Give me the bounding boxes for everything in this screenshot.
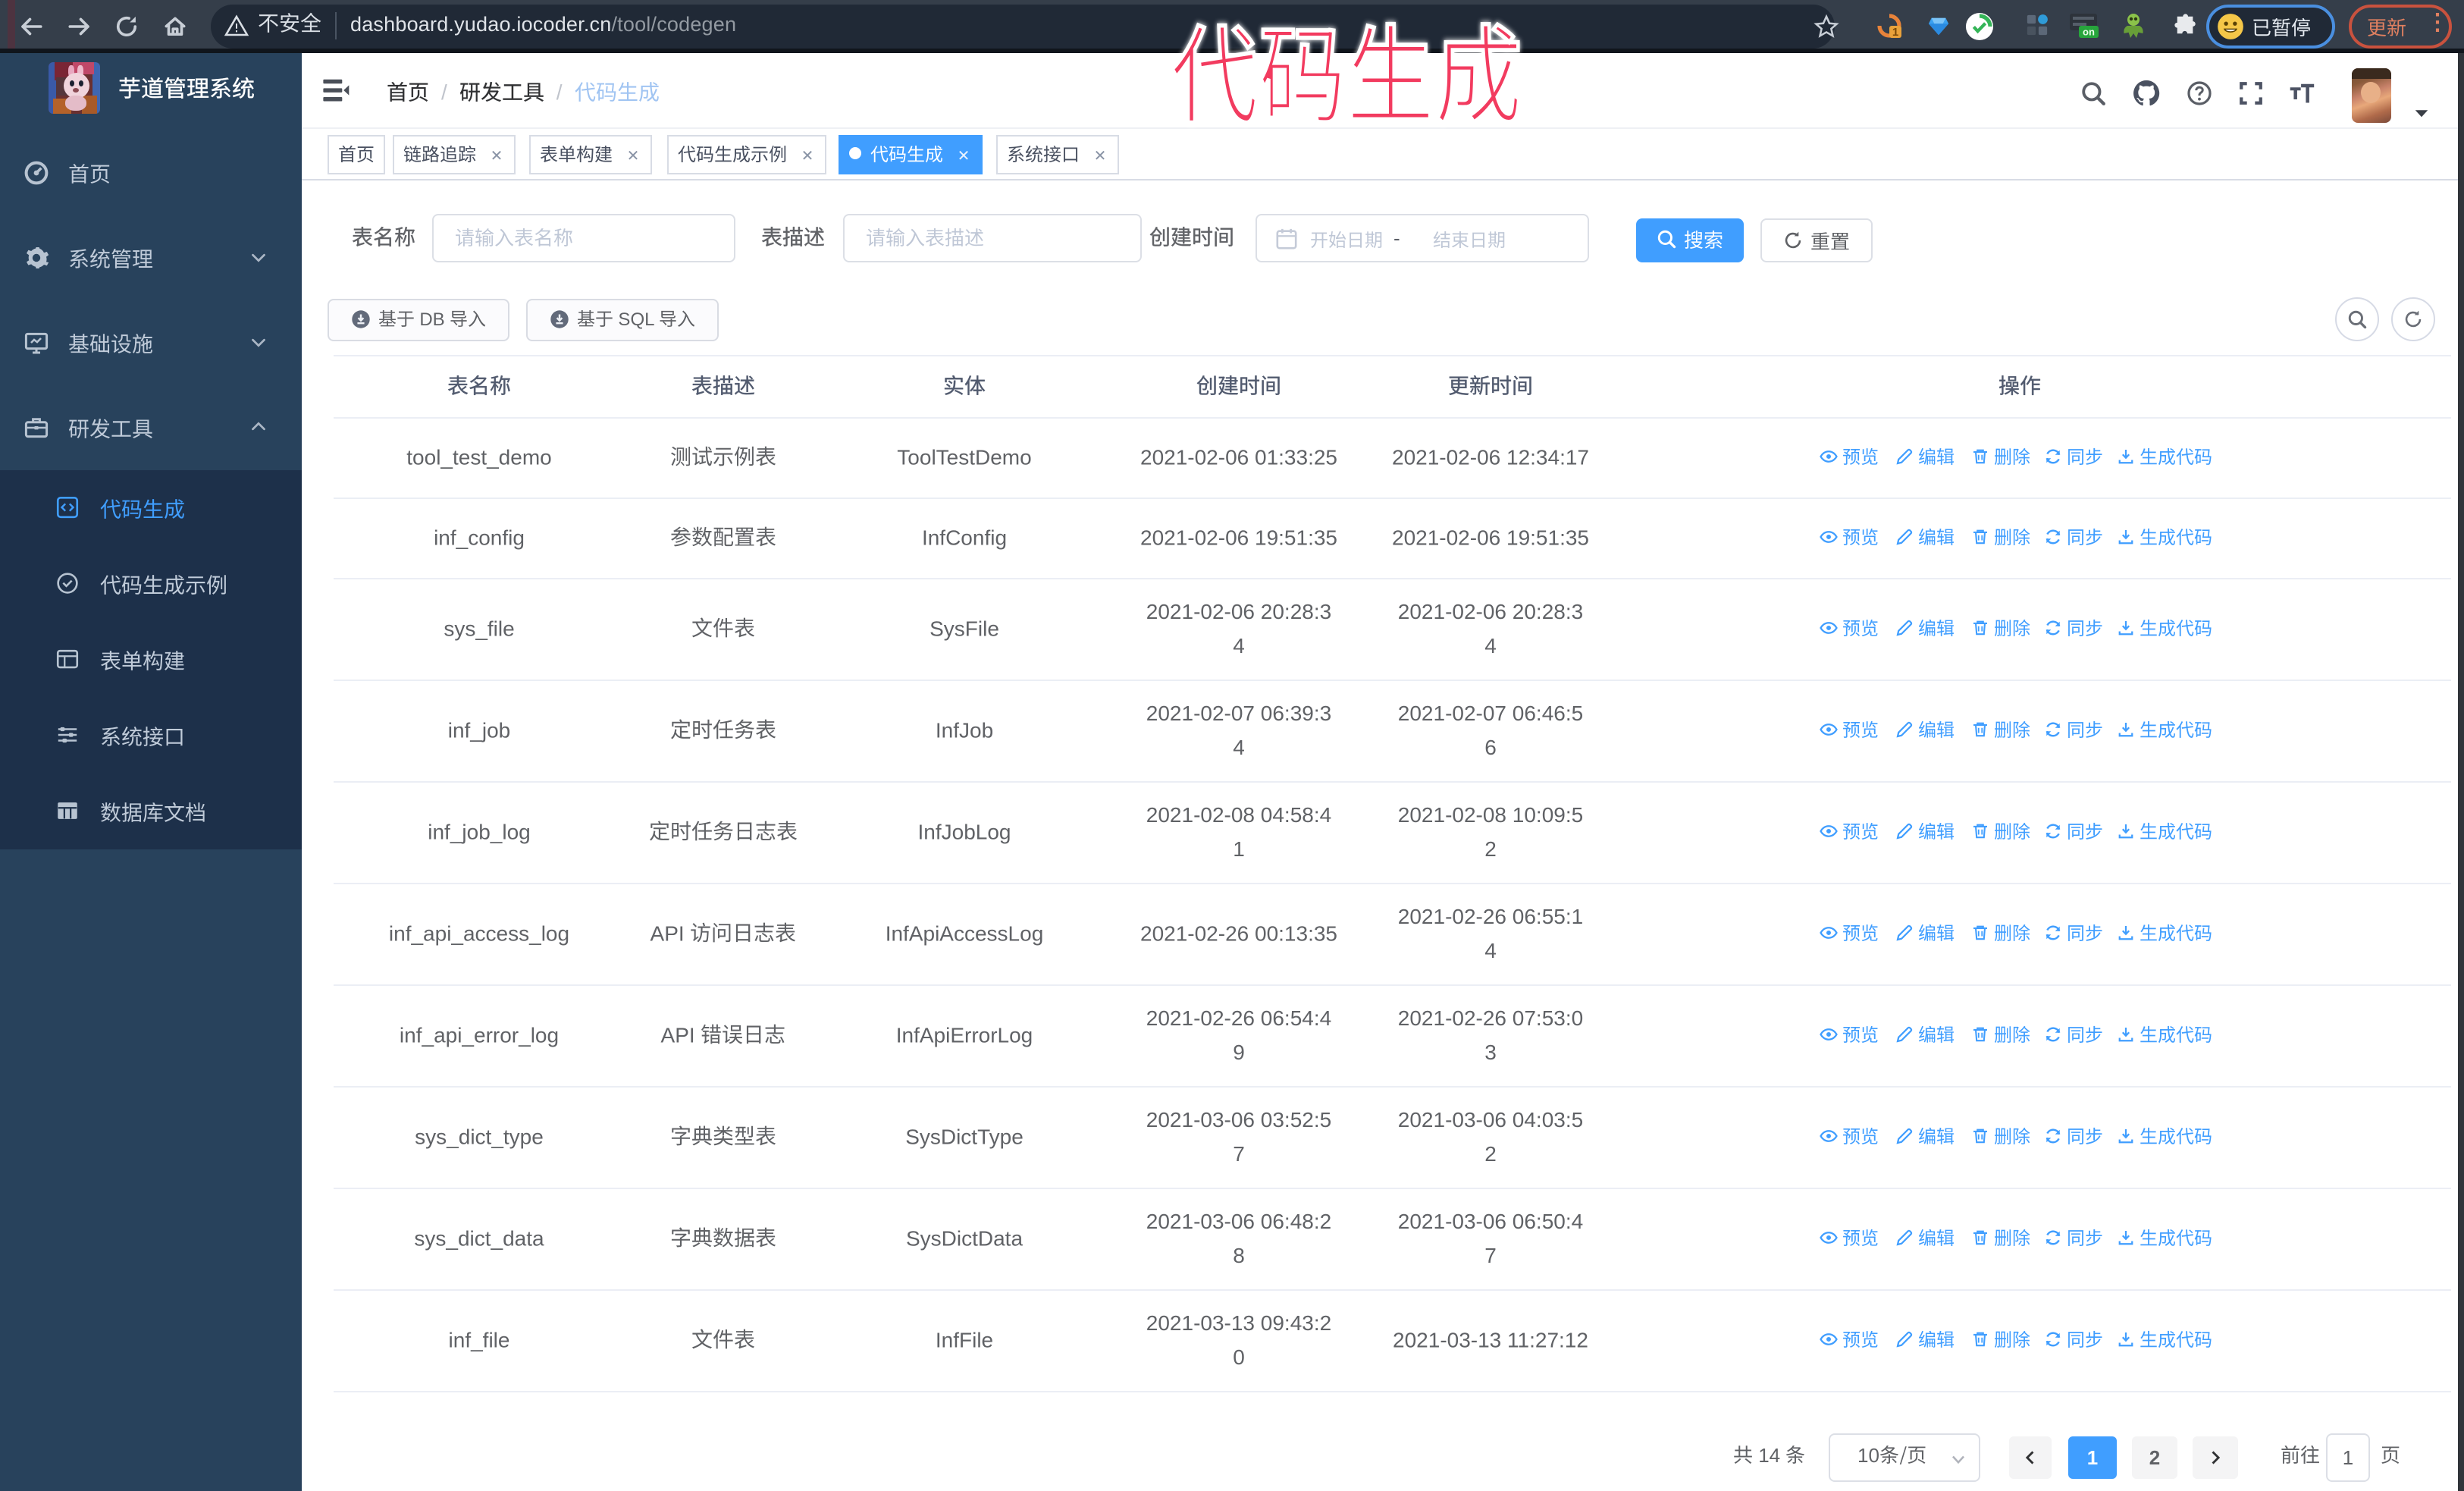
svg-text:on: on xyxy=(2083,26,2095,37)
svg-text:1: 1 xyxy=(1892,26,1898,38)
